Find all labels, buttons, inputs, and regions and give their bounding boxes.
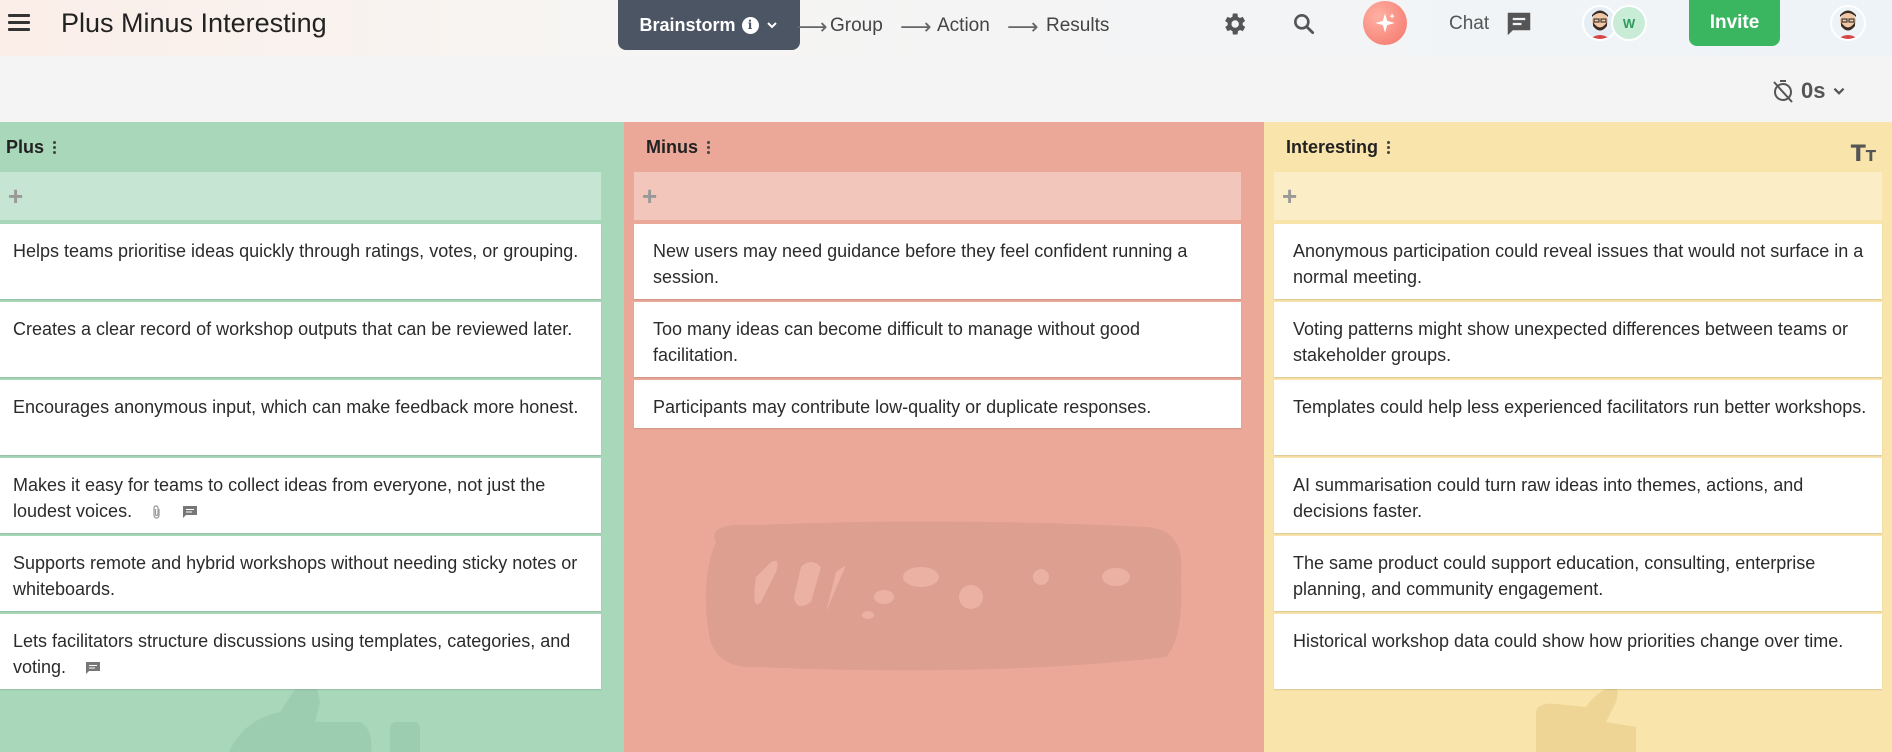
settings-gear-icon[interactable]: [1220, 10, 1248, 38]
idea-text: AI summarisation could turn raw ideas in…: [1293, 475, 1804, 521]
add-icon: +: [1282, 180, 1298, 211]
idea-text: Encourages anonymous input, which can ma…: [13, 397, 579, 417]
page-title: Plus Minus Interesting: [61, 8, 327, 38]
idea-text: The same product could support education…: [1293, 553, 1816, 599]
invite-button[interactable]: Invite: [1689, 0, 1780, 46]
idea-card[interactable]: Voting patterns might show unexpected di…: [1274, 302, 1882, 377]
idea-card[interactable]: Templates could help less experienced fa…: [1274, 380, 1882, 455]
text-size-icon[interactable]: TT: [1851, 142, 1876, 167]
chevron-down-icon: [1834, 87, 1845, 95]
stage-label: Brainstorm: [639, 14, 736, 35]
idea-text: Too many ideas can become difficult to m…: [653, 319, 1140, 365]
timer-off-icon: [1773, 80, 1793, 103]
column-menu-icon[interactable]: [1384, 139, 1393, 156]
add-icon: +: [642, 180, 658, 211]
chat-button[interactable]: Chat: [1449, 13, 1489, 35]
idea-text: Participants may contribute low-quality …: [653, 397, 1152, 417]
idea-card[interactable]: Participants may contribute low-quality …: [634, 380, 1241, 428]
idea-card[interactable]: Creates a clear record of workshop outpu…: [0, 302, 601, 377]
column-menu-icon[interactable]: [50, 139, 59, 156]
idea-card[interactable]: Encourages anonymous input, which can ma…: [0, 380, 601, 455]
idea-text: Helps teams prioritise ideas quickly thr…: [13, 241, 579, 261]
idea-card[interactable]: Makes it easy for teams to collect ideas…: [0, 458, 601, 533]
column-title: Interesting: [1286, 137, 1379, 157]
add-icon: +: [8, 180, 24, 211]
text-size-small: T: [1865, 147, 1876, 165]
idea-card[interactable]: New users may need guidance before they …: [634, 224, 1241, 299]
idea-text: Templates could help less experienced fa…: [1293, 397, 1867, 417]
idea-text: Historical workshop data could show how …: [1293, 631, 1844, 651]
idea-text: Makes it easy for teams to collect ideas…: [13, 475, 546, 521]
arrow-right-icon: ⟶: [900, 14, 932, 39]
column-title: Plus: [6, 137, 45, 157]
column-plus: Plus + Helps teams prioritise ideas quic…: [0, 122, 624, 752]
idea-card[interactable]: Anonymous participation could reveal iss…: [1274, 224, 1882, 299]
attachment-icon[interactable]: [151, 505, 163, 519]
idea-card[interactable]: Historical workshop data could show how …: [1274, 614, 1882, 689]
idea-text: Supports remote and hybrid workshops wit…: [13, 553, 578, 599]
column-title: Minus: [646, 137, 698, 157]
comment-icon[interactable]: [182, 505, 198, 519]
idea-text: Voting patterns might show unexpected di…: [1293, 319, 1849, 365]
step-action[interactable]: Action: [937, 15, 990, 37]
arrow-right-icon: ⟶: [1007, 14, 1039, 39]
column-menu-icon[interactable]: [704, 139, 713, 156]
column-header: Plus: [6, 137, 59, 158]
top-bar: Plus Minus Interesting Brainstorm i ⟶ Gr…: [0, 0, 1892, 56]
idea-card[interactable]: AI summarisation could turn raw ideas in…: [1274, 458, 1882, 533]
chat-icon[interactable]: [1504, 9, 1534, 39]
column-interesting: Interesting TT + Anonymous participation…: [1264, 122, 1892, 752]
idea-text: New users may need guidance before they …: [653, 241, 1188, 287]
user-avatar[interactable]: [1830, 5, 1866, 41]
idea-card[interactable]: Lets facilitators structure discussions …: [0, 614, 601, 689]
add-idea-row[interactable]: +: [0, 172, 601, 220]
idea-card[interactable]: Supports remote and hybrid workshops wit…: [0, 536, 601, 611]
search-icon[interactable]: [1291, 11, 1317, 37]
idea-text: Creates a clear record of workshop outpu…: [13, 319, 573, 339]
stage-selector-button[interactable]: Brainstorm i: [618, 0, 800, 50]
arrow-right-icon: ⟶: [796, 14, 828, 39]
add-idea-row[interactable]: +: [1274, 172, 1882, 220]
column-header: Minus: [646, 137, 713, 158]
info-icon[interactable]: i: [741, 16, 759, 34]
bearded-man-avatar-icon: [1838, 10, 1858, 39]
step-group[interactable]: Group: [830, 15, 883, 37]
text-size-large: T: [1850, 142, 1866, 167]
timer-value: 0s: [1801, 78, 1826, 103]
step-results[interactable]: Results: [1046, 15, 1109, 37]
idea-card[interactable]: Helps teams prioritise ideas quickly thr…: [0, 224, 601, 299]
sparkle-icon: [1375, 13, 1395, 33]
pointer-illustration: [1536, 686, 1636, 752]
add-idea-row[interactable]: +: [634, 172, 1241, 220]
chevron-down-icon: [766, 22, 777, 29]
ai-assistant-button[interactable]: [1363, 1, 1407, 45]
participant-avatar[interactable]: W: [1611, 5, 1647, 41]
menu-icon[interactable]: [8, 14, 30, 32]
column-minus: Minus + New users may need guidance befo…: [624, 122, 1264, 752]
idea-card[interactable]: Too many ideas can become difficult to m…: [634, 302, 1241, 377]
column-header: Interesting: [1286, 137, 1393, 158]
idea-card[interactable]: The same product could support education…: [1274, 536, 1882, 611]
timer-dropdown[interactable]: 0s: [1771, 78, 1847, 104]
idea-text: Anonymous participation could reveal iss…: [1293, 241, 1864, 287]
minus-illustration: [705, 521, 1182, 671]
comment-icon[interactable]: [85, 661, 101, 675]
